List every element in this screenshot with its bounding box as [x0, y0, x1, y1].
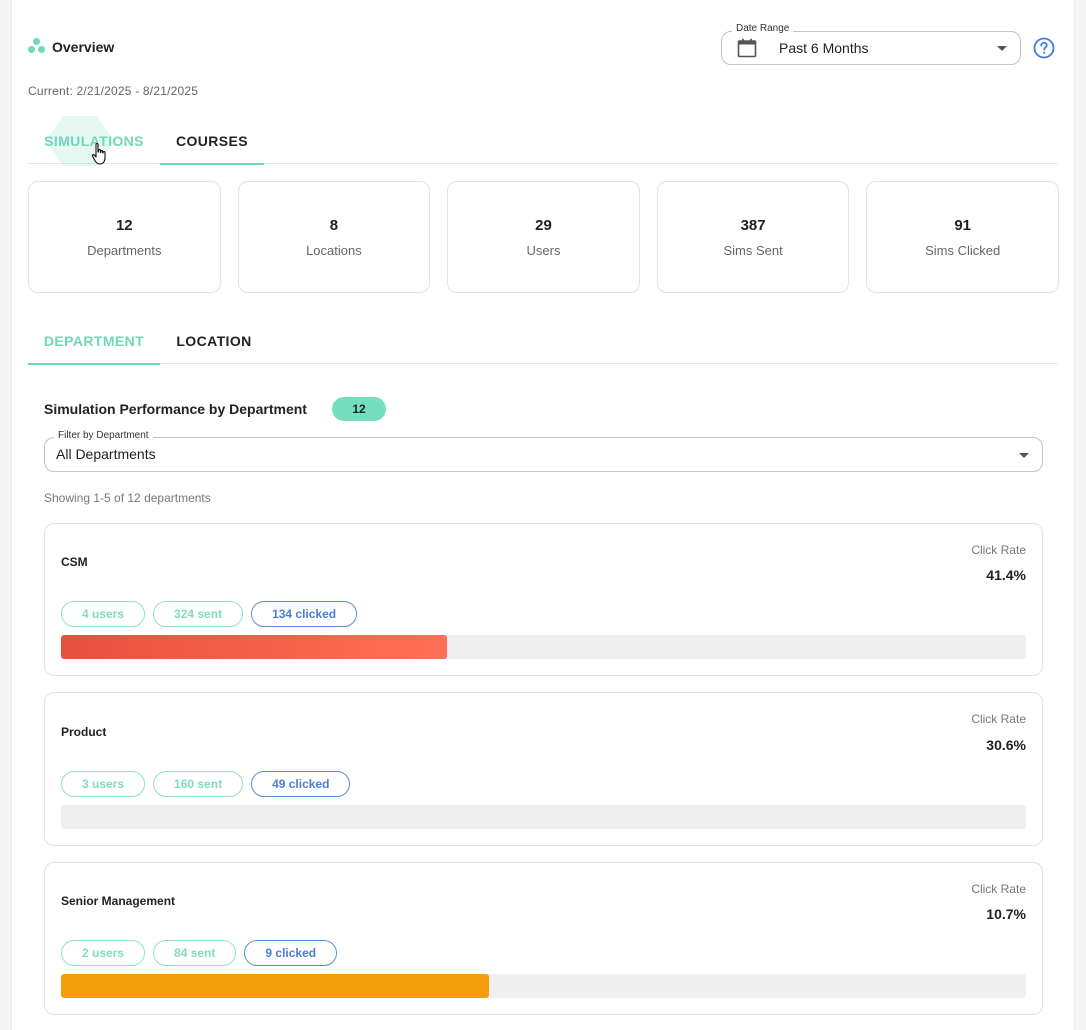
sent-chip: 84 sent [153, 940, 237, 966]
department-chips: 2 users 84 sent 9 clicked [61, 940, 338, 966]
clicked-chip: 9 clicked [244, 940, 338, 966]
click-rate-label: Click Rate [971, 712, 1026, 726]
users-chip: 2 users [61, 940, 146, 966]
sent-chip: 324 sent [153, 601, 244, 627]
stat-card-sims-clicked: 91 Sims Clicked [866, 181, 1059, 293]
chevron-down-icon [997, 46, 1007, 51]
stat-card-locations: 8 Locations [237, 181, 431, 293]
breakdown-tabs: DEPARTMENT LOCATION [28, 318, 1058, 365]
department-card: Senior Management Click Rate 10.7% 2 use… [44, 862, 1043, 1015]
tab-indicator [28, 363, 160, 365]
date-range-select[interactable]: Date Range Past 6 Months [721, 23, 1021, 65]
department-chips: 4 users 324 sent 134 clicked [61, 601, 358, 627]
page-title: Overview [52, 38, 115, 55]
stat-value: 8 [329, 217, 339, 234]
clicked-chip: 134 clicked [251, 601, 358, 627]
help-icon[interactable] [1033, 37, 1055, 59]
stat-value: 12 [115, 217, 133, 234]
click-rate-label: Click Rate [971, 882, 1026, 896]
click-rate-label: Click Rate [971, 543, 1026, 557]
hand-cursor-icon [91, 142, 106, 165]
stat-value: 387 [740, 217, 766, 234]
filter-value: All Departments [56, 446, 156, 462]
stat-card-users: 29 Users [447, 181, 640, 293]
chevron-down-icon [1019, 453, 1029, 458]
stat-card-sims-sent: 387 Sims Sent [656, 181, 850, 293]
sent-chip: 160 sent [153, 771, 244, 797]
department-card: CSM Click Rate 41.4% 4 users 324 sent 13… [44, 523, 1043, 676]
section-title: Simulation Performance by Department [44, 401, 307, 417]
current-range-text: Current: 2/21/2025 - 8/21/2025 [28, 84, 199, 98]
tab-courses[interactable]: COURSES [160, 118, 264, 165]
click-rate-value: 10.7% [986, 906, 1026, 922]
main-tabs: SIMULATIONS COURSES [28, 116, 1058, 166]
stat-label: Departments [87, 243, 162, 258]
stat-card-departments: 12 Departments [28, 181, 221, 293]
department-name: CSM [61, 555, 88, 569]
click-rate-bar-fill [61, 974, 490, 998]
click-rate-bar [61, 635, 1026, 659]
department-filter-select[interactable]: Filter by Department All Departments [44, 430, 1043, 472]
overview-panel: Overview Current: 2/21/2025 - 8/21/2025 … [11, 0, 1075, 1030]
department-card: Product Click Rate 30.6% 3 users 160 sen… [44, 692, 1043, 846]
department-count-badge: 12 [332, 397, 386, 421]
tab-location[interactable]: LOCATION [160, 318, 268, 364]
tab-simulations[interactable]: SIMULATIONS [28, 116, 160, 166]
department-chips: 3 users 160 sent 49 clicked [61, 771, 351, 797]
clicked-chip: 49 clicked [251, 771, 351, 797]
users-chip: 4 users [61, 601, 146, 627]
tab-courses-label: COURSES [175, 133, 249, 149]
date-range-value: Past 6 Months [779, 40, 869, 56]
stat-label: Users [526, 243, 561, 258]
stat-label: Locations [306, 243, 362, 258]
tab-location-label: LOCATION [176, 333, 252, 349]
click-rate-value: 41.4% [986, 567, 1026, 583]
tab-department[interactable]: DEPARTMENT [28, 318, 160, 365]
filter-legend: Filter by Department [54, 430, 153, 441]
click-rate-bar [61, 805, 1026, 829]
click-rate-bar [61, 974, 1026, 998]
calendar-icon [737, 38, 757, 58]
stats-row: 12 Departments 8 Locations 29 Users 387 … [28, 181, 1059, 293]
click-rate-value: 30.6% [986, 737, 1026, 753]
stat-value: 29 [535, 217, 552, 234]
tab-indicator [160, 163, 264, 165]
overview-dots-icon [28, 38, 45, 55]
stat-label: Sims Sent [723, 243, 783, 258]
overview-header: Overview [28, 38, 114, 55]
pagination-summary: Showing 1-5 of 12 departments [44, 491, 211, 505]
stat-value: 91 [954, 217, 972, 234]
tab-department-label: DEPARTMENT [43, 333, 145, 349]
date-range-legend: Date Range [732, 23, 794, 34]
click-rate-bar-fill [61, 635, 447, 659]
department-name: Senior Management [61, 894, 176, 908]
users-chip: 3 users [61, 771, 146, 797]
stat-label: Sims Clicked [925, 243, 1001, 258]
department-name: Product [61, 725, 107, 739]
